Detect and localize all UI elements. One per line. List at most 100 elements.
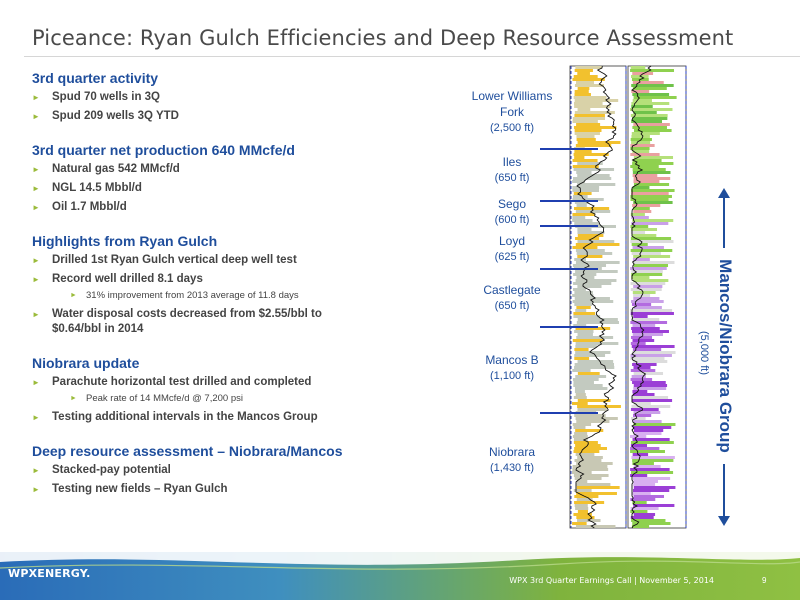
log-band <box>577 408 607 411</box>
slide-title: Piceance: Ryan Gulch Efficiencies and De… <box>32 26 734 50</box>
log-band <box>630 195 672 198</box>
section-heading: Deep resource assessment – Niobrara/Manc… <box>32 443 343 459</box>
log-band <box>631 189 675 192</box>
log-band <box>630 231 646 234</box>
well-log <box>569 65 687 529</box>
log-band <box>573 384 603 387</box>
log-band <box>632 333 664 336</box>
log-band <box>573 264 607 267</box>
bullet-item: ► Natural gas 542 MMcf/d <box>32 162 392 177</box>
log-band <box>573 102 603 105</box>
formation-top-marker-niobrara <box>540 412 598 414</box>
log-band <box>572 219 593 222</box>
log-band <box>631 228 658 231</box>
sub-bullet-item: ► Peak rate of 14 MMcfe/d @ 7,200 psi <box>32 392 452 406</box>
log-band <box>572 165 599 168</box>
bullet-item: ► NGL 14.5 Mbbl/d <box>32 181 392 196</box>
log-band <box>573 426 586 429</box>
bullet-item: ► Stacked-pay potential <box>32 463 392 478</box>
log-band <box>575 342 619 345</box>
sub-bullet-arrow-icon: ► <box>70 292 77 299</box>
formation-label-lower-williams-fork: Lower Williams Fork (2,500 ft) <box>462 88 562 136</box>
log-band <box>574 330 594 333</box>
log-band <box>574 348 589 351</box>
log-band <box>630 198 669 201</box>
sub-bullet-text: 31% improvement from 2013 average of 11.… <box>86 290 299 301</box>
log-band <box>573 273 597 276</box>
log-band <box>575 249 605 252</box>
log-band <box>574 132 600 135</box>
log-band <box>577 405 621 408</box>
log-band <box>574 93 591 96</box>
sub-bullet-arrow-icon: ► <box>70 395 77 402</box>
log-band <box>633 201 673 204</box>
log-band <box>632 291 656 294</box>
log-band <box>574 447 607 450</box>
log-band <box>632 219 674 222</box>
log-band <box>572 189 599 192</box>
log-band <box>574 459 602 462</box>
bullet-item: ► Testing new fields – Ryan Gulch <box>32 482 392 497</box>
log-band <box>574 105 611 108</box>
log-band <box>573 381 594 384</box>
formation-top-marker-castlegate <box>540 268 598 270</box>
log-band <box>633 384 668 387</box>
log-band <box>573 315 601 318</box>
log-band <box>575 393 586 396</box>
title-divider <box>24 56 800 57</box>
log-band <box>574 99 619 102</box>
formation-name: Loyd <box>498 234 526 248</box>
log-band <box>632 186 650 189</box>
log-band <box>631 75 649 78</box>
log-band <box>572 216 586 219</box>
log-band <box>572 369 591 372</box>
log-band <box>633 366 651 369</box>
log-band <box>630 312 674 315</box>
log-band <box>574 150 592 153</box>
bullet-text: Oil 1.7 Mbbl/d <box>52 201 127 213</box>
log-band <box>572 213 595 216</box>
log-band <box>576 492 617 495</box>
log-band <box>633 315 648 318</box>
log-band <box>574 387 608 390</box>
bullet-text: NGL 14.5 Mbbl/d <box>52 182 142 194</box>
log-band <box>630 240 674 243</box>
bullet-arrow-icon: ► <box>32 165 40 174</box>
log-band <box>573 474 609 477</box>
log-band <box>631 192 669 195</box>
log-band <box>574 432 588 435</box>
log-band <box>632 168 666 171</box>
log-band <box>576 81 595 84</box>
log-band <box>633 264 669 267</box>
log-band <box>630 435 647 438</box>
log-band <box>575 345 597 348</box>
sub-bullet-item: ► 31% improvement from 2013 average of 11… <box>32 289 452 303</box>
log-band <box>574 414 606 417</box>
log-band <box>576 336 614 339</box>
log-band <box>631 102 670 105</box>
log-band <box>632 453 649 456</box>
log-band <box>572 402 588 405</box>
formation-thickness: (2,500 ft) <box>489 122 535 134</box>
log-band <box>575 417 618 420</box>
log-band <box>577 228 592 231</box>
log-band <box>575 270 618 273</box>
formation-thickness: (650 ft) <box>494 300 530 312</box>
formation-thickness: (1,100 ft) <box>489 370 535 382</box>
log-band <box>632 339 655 342</box>
company-logo: WPXENERGY. <box>8 567 91 580</box>
log-band <box>631 252 661 255</box>
log-band <box>573 282 612 285</box>
log-band <box>633 420 662 423</box>
section-heading: 3rd quarter net production 640 MMcfe/d <box>32 142 295 158</box>
log-band <box>631 351 676 354</box>
log-band <box>572 159 598 162</box>
log-band <box>576 138 596 141</box>
formation-top-marker-sego <box>540 200 598 202</box>
bullet-arrow-icon: ► <box>32 184 40 193</box>
log-band <box>577 183 616 186</box>
log-band <box>633 483 656 486</box>
log-band <box>575 144 612 147</box>
log-band <box>577 285 602 288</box>
bullet-arrow-icon: ► <box>32 485 40 494</box>
